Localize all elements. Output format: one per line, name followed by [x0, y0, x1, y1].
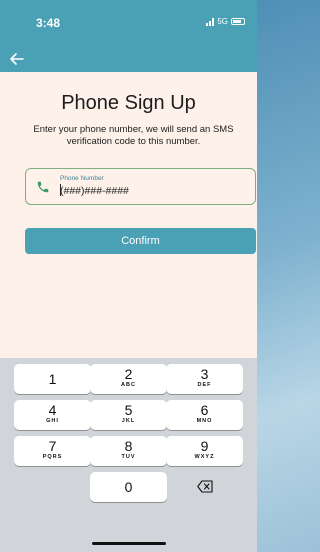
home-indicator[interactable]	[92, 542, 166, 545]
key-letters: WXYZ	[194, 454, 215, 460]
status-bar: 3:48 5G	[0, 0, 257, 46]
key-digit: 2	[124, 366, 133, 382]
phone-icon	[37, 181, 49, 193]
key-digit: 1	[48, 371, 57, 387]
key-digit: 0	[124, 479, 133, 495]
arrow-left-icon[interactable]	[6, 48, 28, 70]
key-6[interactable]: 6 MNO	[166, 400, 243, 430]
key-letters: PQRS	[42, 454, 63, 460]
signal-icon	[206, 17, 215, 26]
key-digit: 4	[48, 402, 57, 418]
confirm-button[interactable]: Confirm	[25, 228, 256, 254]
phone-number-field[interactable]: Phone Number (###)###-####	[25, 168, 256, 205]
page-subtitle: Enter your phone number, we will send an…	[33, 124, 234, 147]
key-letters: MNO	[196, 418, 213, 424]
battery-icon	[231, 18, 245, 25]
numeric-keypad: 1 2 ABC 3 DEF 4 GHI 5 JKL 6 MNO 7 PQRS 8…	[0, 358, 257, 552]
key-letters: GHI	[46, 418, 59, 424]
key-0[interactable]: 0	[90, 472, 167, 502]
phone-number-label: Phone Number	[60, 175, 104, 182]
key-9[interactable]: 9 WXYZ	[166, 436, 243, 466]
signup-form: Phone Sign Up Enter your phone number, w…	[0, 72, 257, 358]
key-letters: ABC	[121, 382, 136, 388]
key-digit: 5	[124, 402, 133, 418]
phone-number-input[interactable]: (###)###-####	[60, 185, 129, 197]
key-8[interactable]: 8 TUV	[90, 436, 167, 466]
key-letters: DEF	[197, 382, 212, 388]
key-digit: 3	[200, 366, 209, 382]
network-type: 5G	[217, 17, 228, 26]
key-1[interactable]: 1	[14, 364, 91, 394]
backspace-icon	[197, 480, 213, 493]
key-letters: TUV	[121, 454, 136, 460]
status-time: 3:48	[36, 16, 61, 30]
key-7[interactable]: 7 PQRS	[14, 436, 91, 466]
key-digit: 6	[200, 402, 209, 418]
key-digit: 7	[48, 438, 57, 454]
key-2[interactable]: 2 ABC	[90, 364, 167, 394]
page-title: Phone Sign Up	[61, 92, 196, 114]
key-4[interactable]: 4 GHI	[14, 400, 91, 430]
key-5[interactable]: 5 JKL	[90, 400, 167, 430]
key-letters: JKL	[121, 418, 136, 424]
delete-key[interactable]	[166, 472, 243, 502]
key-digit: 8	[124, 438, 133, 454]
key-digit: 9	[200, 438, 209, 454]
app-bar	[0, 46, 257, 72]
status-indicators: 5G	[206, 17, 245, 26]
key-3[interactable]: 3 DEF	[166, 364, 243, 394]
phone-screen: 3:48 5G Phone Sign Up Enter your phone n…	[0, 0, 257, 552]
